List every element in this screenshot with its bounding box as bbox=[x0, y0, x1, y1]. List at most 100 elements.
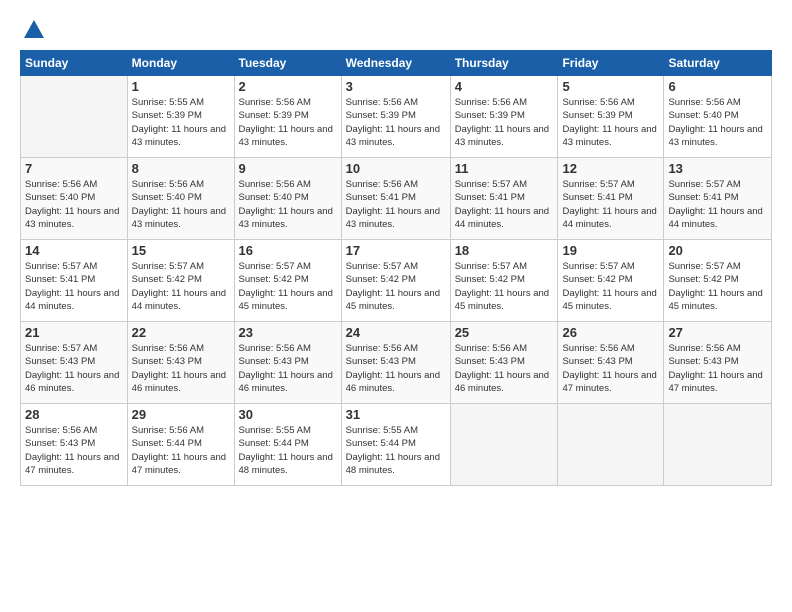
day-cell: 18Sunrise: 5:57 AMSunset: 5:42 PMDayligh… bbox=[450, 240, 558, 322]
week-row-3: 14 Sunrise: 5:57 AMSunset: 5:41 PMDayligh… bbox=[21, 240, 772, 322]
day-number: 18 bbox=[455, 243, 554, 258]
day-cell: 30Sunrise: 5:55 AMSunset: 5:44 PMDayligh… bbox=[234, 404, 341, 486]
day-number: 3 bbox=[346, 79, 446, 94]
day-cell: 12Sunrise: 5:57 AMSunset: 5:41 PMDayligh… bbox=[558, 158, 664, 240]
day-cell bbox=[664, 404, 772, 486]
day-info: Sunrise: 5:57 AMSunset: 5:43 PMDaylight:… bbox=[25, 342, 123, 395]
day-cell: 10 Sunrise: 5:56 AMSunset: 5:41 PMDayligh… bbox=[341, 158, 450, 240]
day-cell: 13 Sunrise: 5:57 AMSunset: 5:41 PMDayligh… bbox=[664, 158, 772, 240]
day-cell: 16Sunrise: 5:57 AMSunset: 5:42 PMDayligh… bbox=[234, 240, 341, 322]
column-header-monday: Monday bbox=[127, 51, 234, 76]
logo bbox=[20, 18, 46, 42]
day-info: Sunrise: 5:55 AMSunset: 5:39 PMDaylight:… bbox=[132, 96, 230, 149]
day-info: Sunrise: 5:56 AMSunset: 5:43 PMDaylight:… bbox=[668, 342, 767, 395]
day-info: Sunrise: 5:56 AMSunset: 5:43 PMDaylight:… bbox=[562, 342, 659, 395]
calendar-page: SundayMondayTuesdayWednesdayThursdayFrid… bbox=[0, 0, 792, 612]
day-info: Sunrise: 5:56 AMSunset: 5:39 PMDaylight:… bbox=[455, 96, 554, 149]
header-row: SundayMondayTuesdayWednesdayThursdayFrid… bbox=[21, 51, 772, 76]
day-cell: 6 Sunrise: 5:56 AMSunset: 5:40 PMDaylight… bbox=[664, 76, 772, 158]
day-number: 4 bbox=[455, 79, 554, 94]
day-cell: 7 Sunrise: 5:56 AMSunset: 5:40 PMDaylight… bbox=[21, 158, 128, 240]
day-info: Sunrise: 5:56 AMSunset: 5:44 PMDaylight:… bbox=[132, 424, 230, 477]
day-cell: 29Sunrise: 5:56 AMSunset: 5:44 PMDayligh… bbox=[127, 404, 234, 486]
day-number: 20 bbox=[668, 243, 767, 258]
day-info: Sunrise: 5:55 AMSunset: 5:44 PMDaylight:… bbox=[346, 424, 446, 477]
day-cell: 24Sunrise: 5:56 AMSunset: 5:43 PMDayligh… bbox=[341, 322, 450, 404]
day-cell: 23Sunrise: 5:56 AMSunset: 5:43 PMDayligh… bbox=[234, 322, 341, 404]
day-cell: 8 Sunrise: 5:56 AMSunset: 5:40 PMDaylight… bbox=[127, 158, 234, 240]
day-cell: 3 Sunrise: 5:56 AMSunset: 5:39 PMDaylight… bbox=[341, 76, 450, 158]
day-number: 6 bbox=[668, 79, 767, 94]
day-number: 7 bbox=[25, 161, 123, 176]
day-number: 13 bbox=[668, 161, 767, 176]
column-header-wednesday: Wednesday bbox=[341, 51, 450, 76]
day-info: Sunrise: 5:56 AMSunset: 5:40 PMDaylight:… bbox=[25, 178, 123, 231]
day-cell: 9 Sunrise: 5:56 AMSunset: 5:40 PMDaylight… bbox=[234, 158, 341, 240]
day-cell: 11 Sunrise: 5:57 AMSunset: 5:41 PMDayligh… bbox=[450, 158, 558, 240]
day-info: Sunrise: 5:56 AMSunset: 5:41 PMDaylight:… bbox=[346, 178, 446, 231]
calendar-table: SundayMondayTuesdayWednesdayThursdayFrid… bbox=[20, 50, 772, 486]
day-number: 23 bbox=[239, 325, 337, 340]
day-info: Sunrise: 5:56 AMSunset: 5:43 PMDaylight:… bbox=[25, 424, 123, 477]
day-cell: 22Sunrise: 5:56 AMSunset: 5:43 PMDayligh… bbox=[127, 322, 234, 404]
day-cell: 4 Sunrise: 5:56 AMSunset: 5:39 PMDaylight… bbox=[450, 76, 558, 158]
day-cell: 28 Sunrise: 5:56 AMSunset: 5:43 PMDayligh… bbox=[21, 404, 128, 486]
day-number: 5 bbox=[562, 79, 659, 94]
day-number: 25 bbox=[455, 325, 554, 340]
day-cell: 19Sunrise: 5:57 AMSunset: 5:42 PMDayligh… bbox=[558, 240, 664, 322]
day-cell: 25 Sunrise: 5:56 AMSunset: 5:43 PMDayligh… bbox=[450, 322, 558, 404]
day-info: Sunrise: 5:56 AMSunset: 5:39 PMDaylight:… bbox=[562, 96, 659, 149]
column-header-sunday: Sunday bbox=[21, 51, 128, 76]
day-number: 12 bbox=[562, 161, 659, 176]
column-header-saturday: Saturday bbox=[664, 51, 772, 76]
day-number: 24 bbox=[346, 325, 446, 340]
day-number: 31 bbox=[346, 407, 446, 422]
day-number: 8 bbox=[132, 161, 230, 176]
day-number: 11 bbox=[455, 161, 554, 176]
day-cell: 15 Sunrise: 5:57 AMSunset: 5:42 PMDayligh… bbox=[127, 240, 234, 322]
day-info: Sunrise: 5:57 AMSunset: 5:42 PMDaylight:… bbox=[346, 260, 446, 313]
day-cell: 21 Sunrise: 5:57 AMSunset: 5:43 PMDayligh… bbox=[21, 322, 128, 404]
day-number: 2 bbox=[239, 79, 337, 94]
day-number: 27 bbox=[668, 325, 767, 340]
day-number: 28 bbox=[25, 407, 123, 422]
day-number: 10 bbox=[346, 161, 446, 176]
day-cell: 1 Sunrise: 5:55 AMSunset: 5:39 PMDaylight… bbox=[127, 76, 234, 158]
day-cell: 31 Sunrise: 5:55 AMSunset: 5:44 PMDayligh… bbox=[341, 404, 450, 486]
week-row-1: 1 Sunrise: 5:55 AMSunset: 5:39 PMDaylight… bbox=[21, 76, 772, 158]
day-cell: 17Sunrise: 5:57 AMSunset: 5:42 PMDayligh… bbox=[341, 240, 450, 322]
day-info: Sunrise: 5:56 AMSunset: 5:40 PMDaylight:… bbox=[132, 178, 230, 231]
column-header-tuesday: Tuesday bbox=[234, 51, 341, 76]
day-info: Sunrise: 5:57 AMSunset: 5:42 PMDaylight:… bbox=[562, 260, 659, 313]
day-info: Sunrise: 5:57 AMSunset: 5:42 PMDaylight:… bbox=[132, 260, 230, 313]
header bbox=[20, 18, 772, 42]
day-cell: 20Sunrise: 5:57 AMSunset: 5:42 PMDayligh… bbox=[664, 240, 772, 322]
day-number: 14 bbox=[25, 243, 123, 258]
day-cell: 2 Sunrise: 5:56 AMSunset: 5:39 PMDaylight… bbox=[234, 76, 341, 158]
day-number: 9 bbox=[239, 161, 337, 176]
day-number: 16 bbox=[239, 243, 337, 258]
day-number: 1 bbox=[132, 79, 230, 94]
day-info: Sunrise: 5:56 AMSunset: 5:43 PMDaylight:… bbox=[132, 342, 230, 395]
day-info: Sunrise: 5:57 AMSunset: 5:41 PMDaylight:… bbox=[455, 178, 554, 231]
day-info: Sunrise: 5:57 AMSunset: 5:41 PMDaylight:… bbox=[25, 260, 123, 313]
day-info: Sunrise: 5:56 AMSunset: 5:40 PMDaylight:… bbox=[668, 96, 767, 149]
day-number: 15 bbox=[132, 243, 230, 258]
column-header-thursday: Thursday bbox=[450, 51, 558, 76]
day-info: Sunrise: 5:56 AMSunset: 5:39 PMDaylight:… bbox=[346, 96, 446, 149]
week-row-2: 7 Sunrise: 5:56 AMSunset: 5:40 PMDaylight… bbox=[21, 158, 772, 240]
day-info: Sunrise: 5:57 AMSunset: 5:41 PMDaylight:… bbox=[668, 178, 767, 231]
day-cell: 27 Sunrise: 5:56 AMSunset: 5:43 PMDayligh… bbox=[664, 322, 772, 404]
day-info: Sunrise: 5:56 AMSunset: 5:40 PMDaylight:… bbox=[239, 178, 337, 231]
week-row-5: 28 Sunrise: 5:56 AMSunset: 5:43 PMDayligh… bbox=[21, 404, 772, 486]
day-info: Sunrise: 5:55 AMSunset: 5:44 PMDaylight:… bbox=[239, 424, 337, 477]
day-info: Sunrise: 5:56 AMSunset: 5:43 PMDaylight:… bbox=[455, 342, 554, 395]
week-row-4: 21 Sunrise: 5:57 AMSunset: 5:43 PMDayligh… bbox=[21, 322, 772, 404]
day-number: 26 bbox=[562, 325, 659, 340]
day-cell: 14 Sunrise: 5:57 AMSunset: 5:41 PMDayligh… bbox=[21, 240, 128, 322]
day-cell: 5 Sunrise: 5:56 AMSunset: 5:39 PMDaylight… bbox=[558, 76, 664, 158]
day-cell: 26 Sunrise: 5:56 AMSunset: 5:43 PMDayligh… bbox=[558, 322, 664, 404]
day-info: Sunrise: 5:56 AMSunset: 5:39 PMDaylight:… bbox=[239, 96, 337, 149]
day-number: 21 bbox=[25, 325, 123, 340]
day-cell bbox=[558, 404, 664, 486]
